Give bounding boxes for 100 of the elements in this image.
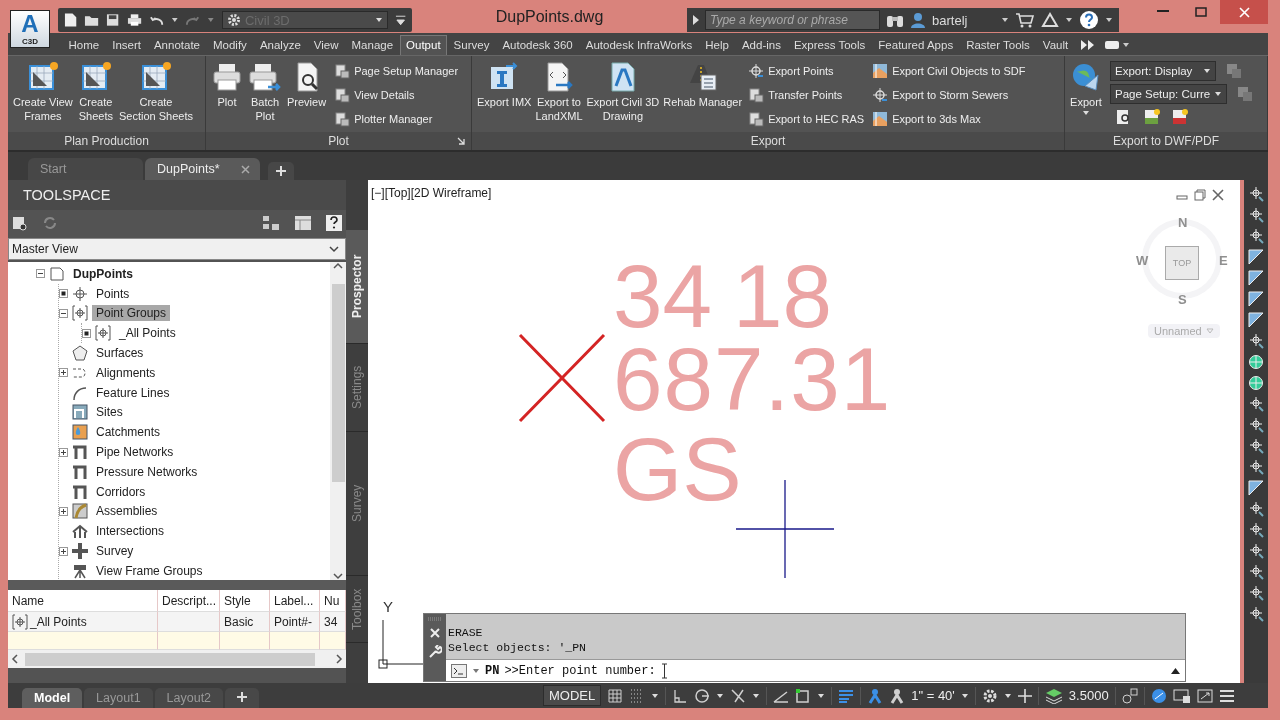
expand-icon[interactable] [59,506,68,516]
triangle-icon[interactable] [1248,291,1264,308]
document-tab[interactable]: DupPoints* [145,158,260,180]
ribbon-tab[interactable]: Vault [1036,35,1075,55]
ribbon-button[interactable]: Export to LandXML [533,59,585,125]
ribbon-button[interactable]: Create View Frames [11,59,75,125]
new-layout-button[interactable] [225,688,260,708]
plus-icon[interactable] [1017,688,1032,703]
crosshair-icon[interactable] [1248,207,1264,224]
close-icon[interactable] [1212,189,1224,201]
tree-item[interactable]: Pipe Networks [92,444,178,461]
annotation-figure-icon[interactable] [889,687,906,704]
scrollbar-thumb[interactable] [25,652,315,666]
tree-item[interactable]: Assemblies [92,503,162,520]
cart-icon[interactable] [1015,12,1035,28]
triangle-icon[interactable] [1248,480,1264,497]
ribbon-button[interactable]: Export IMX [475,59,534,111]
tree-item[interactable]: _All Points [115,325,180,342]
units-value[interactable]: 3.5000 [1068,688,1109,703]
ribbon-button[interactable]: Create Sheets [76,59,115,125]
tree-item[interactable]: Points [92,285,134,302]
ribbon-button[interactable]: Rehab Manager [661,59,745,111]
launcher-arrow-icon[interactable] [457,137,465,145]
ribbon-tab[interactable]: Featured Apps [871,35,960,55]
up-arrow-icon[interactable] [1171,667,1180,674]
caret-icon[interactable] [752,691,761,700]
expand-icon[interactable] [59,546,68,556]
crosshair-icon[interactable] [1248,522,1264,539]
globe-icon[interactable] [1248,375,1264,392]
ribbon-button[interactable]: Transfer Points [748,85,865,105]
gear-icon[interactable] [981,687,998,704]
expand-icon[interactable] [59,368,68,378]
caret-icon[interactable] [960,691,969,700]
side-tab[interactable]: Prospector [346,230,368,344]
ortho-icon[interactable] [672,687,689,704]
tree-item[interactable]: DupPoints [69,265,137,282]
ribbon-tab[interactable]: Raster Tools [959,35,1037,55]
layers-icon[interactable] [1044,687,1063,704]
ribbon-tab[interactable]: Add-ins [735,35,788,55]
menu-icon[interactable] [1218,688,1235,703]
crosshair-icon[interactable] [1248,186,1264,203]
caret-icon[interactable] [472,666,480,675]
grid-icon[interactable] [607,687,624,704]
ribbon-button[interactable]: Export to HEC RAS [748,109,865,129]
ribbon-tab[interactable]: Output [399,35,448,55]
square-snap-icon[interactable] [795,687,812,704]
crosshair-icon[interactable] [1248,228,1264,245]
viewport-control[interactable]: [2D Wireframe] [410,186,492,200]
ribbon-tab[interactable]: Manage [345,35,400,55]
tree-item[interactable]: View Frame Groups [92,562,207,579]
ribbon-tab[interactable]: Annotate [147,35,207,55]
tree-item[interactable]: Corridors [92,483,150,500]
tree-item[interactable]: Alignments [92,364,160,381]
layout-tab[interactable]: Model [22,688,83,708]
tree-item[interactable]: Sites [92,404,127,421]
tree-layout-icon[interactable] [262,215,280,231]
caret-icon[interactable] [170,16,179,24]
vertical-scrollbar[interactable] [330,262,346,580]
chevron-right-icon[interactable] [335,654,343,664]
triangle-icon[interactable] [1248,270,1264,287]
double-arrow-icon[interactable] [1080,40,1095,50]
triangle-icon[interactable] [1248,312,1264,329]
ribbon-button[interactable]: Export to Storm Sewers [872,85,1026,105]
ribbon-tab[interactable]: Home [62,35,106,55]
crosshair-icon[interactable] [1248,564,1264,581]
expand-arrow-icon[interactable] [693,15,699,25]
new-tab-button[interactable] [268,162,294,180]
object-track-icon[interactable] [730,687,747,704]
scrollbar-thumb[interactable] [331,284,345,482]
triangle-icon[interactable] [1248,249,1264,266]
prompt-icon[interactable] [451,663,467,678]
crosshair-icon[interactable] [1248,417,1264,434]
ribbon-button[interactable]: Export Civil 3D Drawing [584,59,662,125]
crosshair-icon[interactable] [1248,606,1264,623]
dot-toggle-icon[interactable] [82,328,91,338]
wrench-icon[interactable] [428,645,442,659]
ribbon-tab[interactable]: Autodesk 360 [495,35,580,55]
column-header[interactable]: Name [8,590,158,612]
shapes-icon[interactable] [1121,687,1138,704]
ribbon-tab[interactable]: Autodesk InfraWorks [579,35,699,55]
ribbon-tab[interactable]: Survey [447,35,496,55]
lineweight-icon[interactable] [838,687,855,704]
ribbon-button[interactable]: Export Civil Objects to SDF [872,61,1026,81]
chevron-up-icon[interactable] [333,262,343,270]
application-menu-button[interactable]: A C3D [10,10,50,48]
open-folder-icon[interactable] [84,13,100,27]
ribbon-tab[interactable]: Insert [105,35,148,55]
crosshair-icon[interactable] [1248,396,1264,413]
fullscreen-icon[interactable] [1196,688,1213,703]
dot-toggle-icon[interactable] [59,289,68,299]
dwf-file-icon[interactable] [1144,109,1160,125]
viewport-control[interactable]: [−] [371,186,385,200]
search-field[interactable]: Type a keyword or phrase [705,10,880,30]
ribbon-button[interactable]: Preview [285,59,329,111]
column-header[interactable]: Nu [320,590,346,612]
view-dropdown[interactable]: Master View [8,238,346,260]
tree-item[interactable]: Point Groups [92,305,171,322]
crosshair-icon[interactable] [1248,459,1264,476]
crosshair-icon[interactable] [1248,333,1264,350]
restore-icon[interactable] [1194,189,1206,201]
